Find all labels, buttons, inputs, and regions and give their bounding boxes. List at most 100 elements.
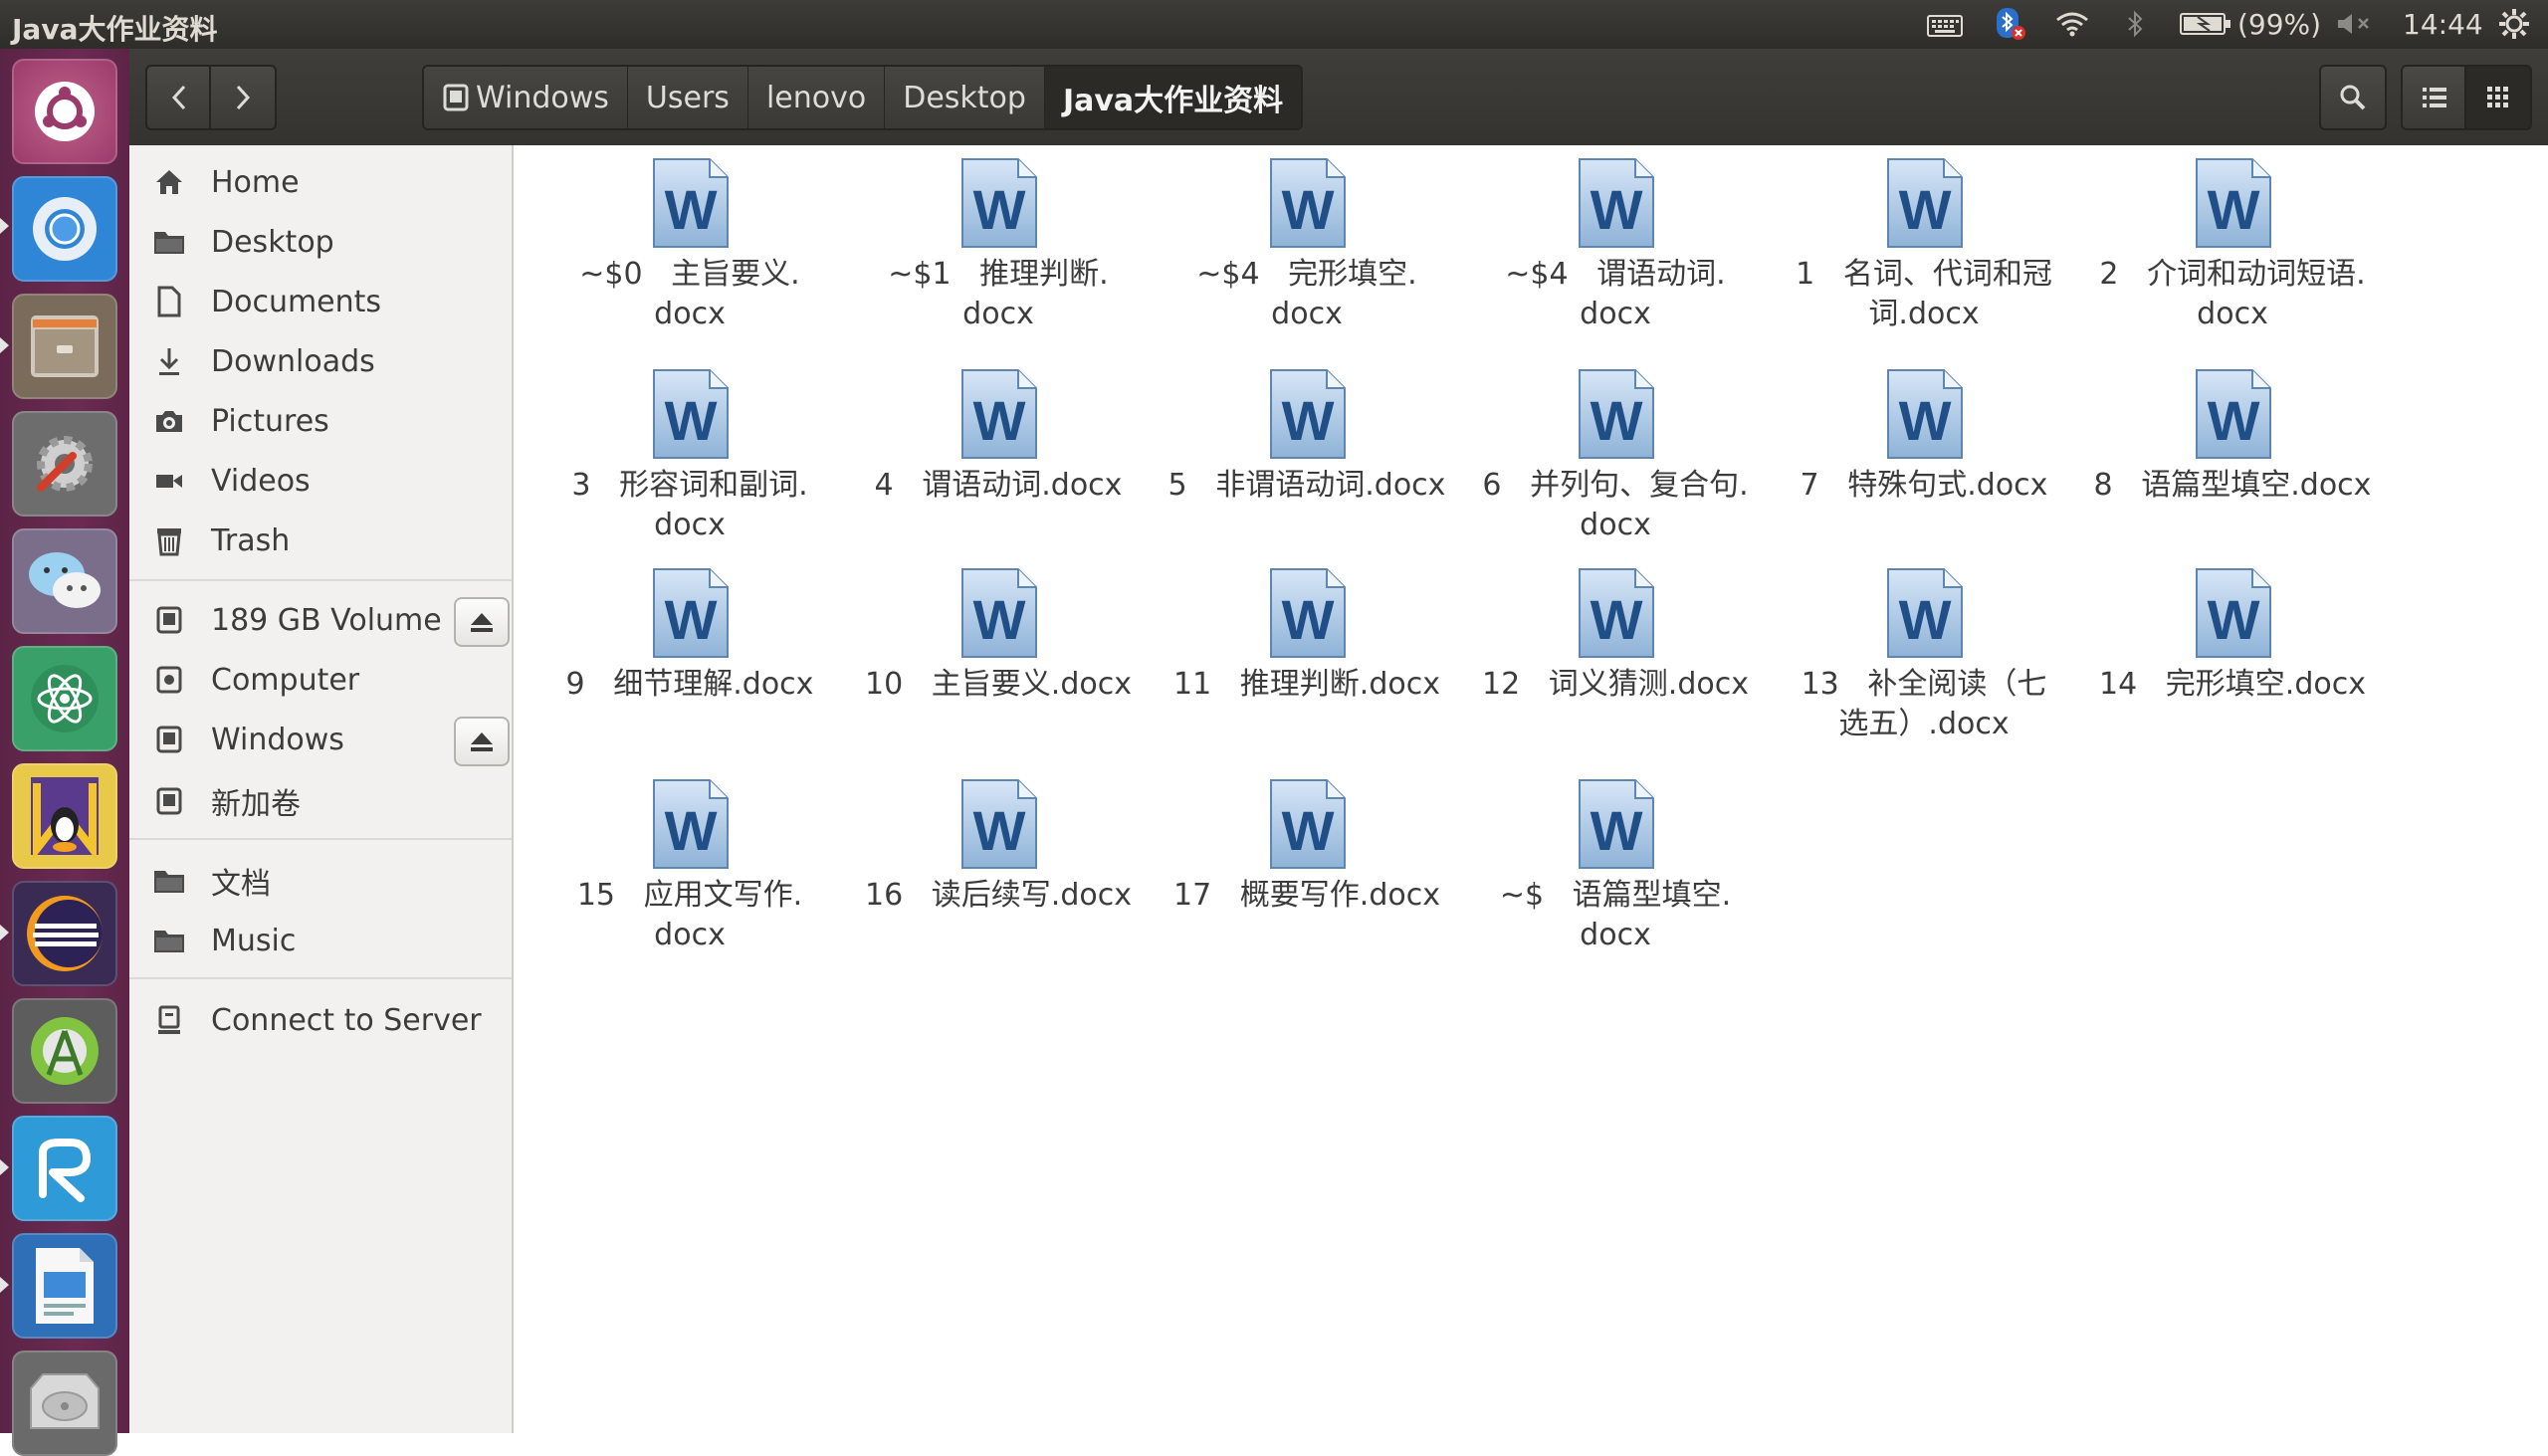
sidebar-item-music[interactable]: Music	[129, 912, 512, 969]
list-view-button[interactable]	[2401, 65, 2468, 130]
video-icon	[149, 461, 189, 501]
svg-text:W: W	[665, 588, 718, 651]
breadcrumb-lenovo[interactable]: lenovo	[747, 67, 886, 128]
file-item[interactable]: W 1 名词、代词和冠 词.docx	[1770, 157, 2078, 334]
r-studio-icon[interactable]	[12, 1116, 117, 1221]
file-name-line: 16 读后续写.docx	[865, 878, 1132, 913]
android-studio-icon[interactable]	[12, 998, 117, 1104]
wechat-icon[interactable]	[12, 528, 117, 634]
file-name-line: 6 并列句、复合句.	[1482, 468, 1749, 503]
gear-icon[interactable]	[2496, 6, 2532, 42]
folder-icon	[149, 222, 189, 262]
launcher	[0, 49, 129, 1456]
sidebar-item-new-volume[interactable]: 新加卷	[129, 772, 512, 830]
system-settings-icon[interactable]	[12, 411, 117, 517]
search-icon	[2340, 85, 2366, 110]
breadcrumb-current-folder[interactable]: Java大作业资料	[1044, 67, 1302, 128]
file-manager-icon[interactable]	[12, 294, 117, 399]
sidebar-item-trash[interactable]: Trash	[129, 512, 512, 569]
file-name: 14 完形填空.docx	[2078, 665, 2387, 705]
word-document-icon: W	[1574, 368, 1657, 460]
clock[interactable]: 14:44	[2403, 6, 2483, 42]
word-document-icon: W	[1574, 778, 1657, 870]
file-name-line: 9 细节理解.docx	[565, 667, 814, 702]
eject-button[interactable]	[454, 597, 510, 647]
drive-icon	[443, 84, 469, 111]
file-item[interactable]: W 9 细节理解.docx	[535, 567, 844, 705]
sidebar-item-desktop[interactable]: Desktop	[129, 213, 512, 271]
ubuntu-dash-icon[interactable]	[12, 59, 117, 164]
file-item[interactable]: W ~$4 谓语动词. docx	[1461, 157, 1770, 334]
file-item[interactable]: W 6 并列句、复合句. docx	[1461, 368, 1770, 545]
sidebar-item-connect-to-server[interactable]: Connect to Server	[129, 991, 512, 1049]
back-button[interactable]	[145, 65, 213, 130]
file-item[interactable]: W ~$1 推理判断. docx	[844, 157, 1153, 334]
bluetooth-icon[interactable]	[2126, 6, 2146, 42]
svg-text:W: W	[973, 178, 1026, 241]
svg-text:W: W	[1282, 799, 1335, 862]
eject-icon	[471, 732, 493, 751]
file-item[interactable]: W 16 读后续写.docx	[844, 778, 1153, 916]
battery-indicator[interactable]: (99%)	[2180, 6, 2321, 42]
file-name-line: 词.docx	[1868, 297, 1980, 331]
file-item[interactable]: W 14 完形填空.docx	[2078, 567, 2387, 705]
file-name-line: 14 完形填空.docx	[2099, 667, 2366, 702]
word-document-icon: W	[956, 368, 1040, 460]
keyboard-icon[interactable]	[1927, 6, 1963, 42]
file-item[interactable]: W 7 特殊句式.docx	[1770, 368, 2078, 506]
file-item[interactable]: W 13 补全阅读（七 选五）.docx	[1770, 567, 2078, 744]
wifi-icon[interactable]	[2054, 6, 2090, 42]
breadcrumb-windows[interactable]: Windows	[424, 67, 628, 128]
file-item[interactable]: W 12 词义猜测.docx	[1461, 567, 1770, 705]
file-item[interactable]: W 2 介词和动词短语. docx	[2078, 157, 2387, 334]
qq-icon[interactable]	[12, 763, 117, 869]
file-name: 3 形容词和副词. docx	[535, 466, 844, 545]
file-item[interactable]: W 5 非谓语动词.docx	[1153, 368, 1461, 506]
file-item[interactable]: W 8 语篇型填空.docx	[2078, 368, 2387, 506]
eject-button[interactable]	[454, 717, 510, 766]
file-item[interactable]: W ~$ 语篇型填空. docx	[1461, 778, 1770, 955]
word-document-icon: W	[648, 567, 732, 659]
eclipse-icon[interactable]	[12, 881, 117, 986]
sidebar-item-home[interactable]: Home	[129, 153, 512, 211]
file-name-line: docx	[654, 297, 726, 331]
sidebar-item-videos[interactable]: Videos	[129, 452, 512, 510]
trash-icon	[149, 520, 189, 560]
file-item[interactable]: W 3 形容词和副词. docx	[535, 368, 844, 545]
atom-icon[interactable]	[12, 646, 117, 751]
file-item[interactable]: W 17 概要写作.docx	[1153, 778, 1461, 916]
svg-text:W: W	[1899, 178, 1952, 241]
sidebar-item-bookmark-documents-cn[interactable]: 文档	[129, 852, 512, 910]
forward-button[interactable]	[209, 65, 277, 130]
svg-text:W: W	[1591, 178, 1643, 241]
file-item[interactable]: W ~$0 主旨要义. docx	[535, 157, 844, 334]
breadcrumb-desktop[interactable]: Desktop	[885, 67, 1045, 128]
search-button[interactable]	[2319, 65, 2387, 130]
file-item[interactable]: W 4 谓语动词.docx	[844, 368, 1153, 506]
disk-drive-icon[interactable]	[12, 1351, 117, 1456]
bluetooth-error-icon[interactable]	[1995, 6, 2026, 42]
libreoffice-impress-icon[interactable]	[12, 1233, 117, 1339]
sidebar-item-pictures[interactable]: Pictures	[129, 392, 512, 450]
file-item[interactable]: W 10 主旨要义.docx	[844, 567, 1153, 705]
volume-muted-icon[interactable]	[2335, 6, 2375, 42]
file-name-line: 7 特殊句式.docx	[1800, 468, 2048, 503]
grid-view-button[interactable]	[2464, 65, 2532, 130]
sidebar-item-downloads[interactable]: Downloads	[129, 332, 512, 390]
file-name: ~$4 完形填空. docx	[1153, 255, 1461, 334]
file-item[interactable]: W 11 推理判断.docx	[1153, 567, 1461, 705]
chromium-icon[interactable]	[12, 176, 117, 282]
word-document-icon: W	[2191, 157, 2274, 249]
file-item[interactable]: W 15 应用文写作. docx	[535, 778, 844, 955]
file-name: 6 并列句、复合句. docx	[1461, 466, 1770, 545]
svg-text:W: W	[973, 588, 1026, 651]
file-name-line: ~$0 主旨要义.	[579, 257, 800, 292]
sidebar-item-computer[interactable]: Computer	[129, 651, 512, 709]
eject-icon	[471, 613, 493, 632]
word-document-icon: W	[648, 368, 732, 460]
sidebar-item-documents[interactable]: Documents	[129, 273, 512, 330]
svg-text:W: W	[1282, 389, 1335, 452]
word-document-icon: W	[1265, 567, 1349, 659]
breadcrumb-users[interactable]: Users	[627, 67, 748, 128]
file-item[interactable]: W ~$4 完形填空. docx	[1153, 157, 1461, 334]
